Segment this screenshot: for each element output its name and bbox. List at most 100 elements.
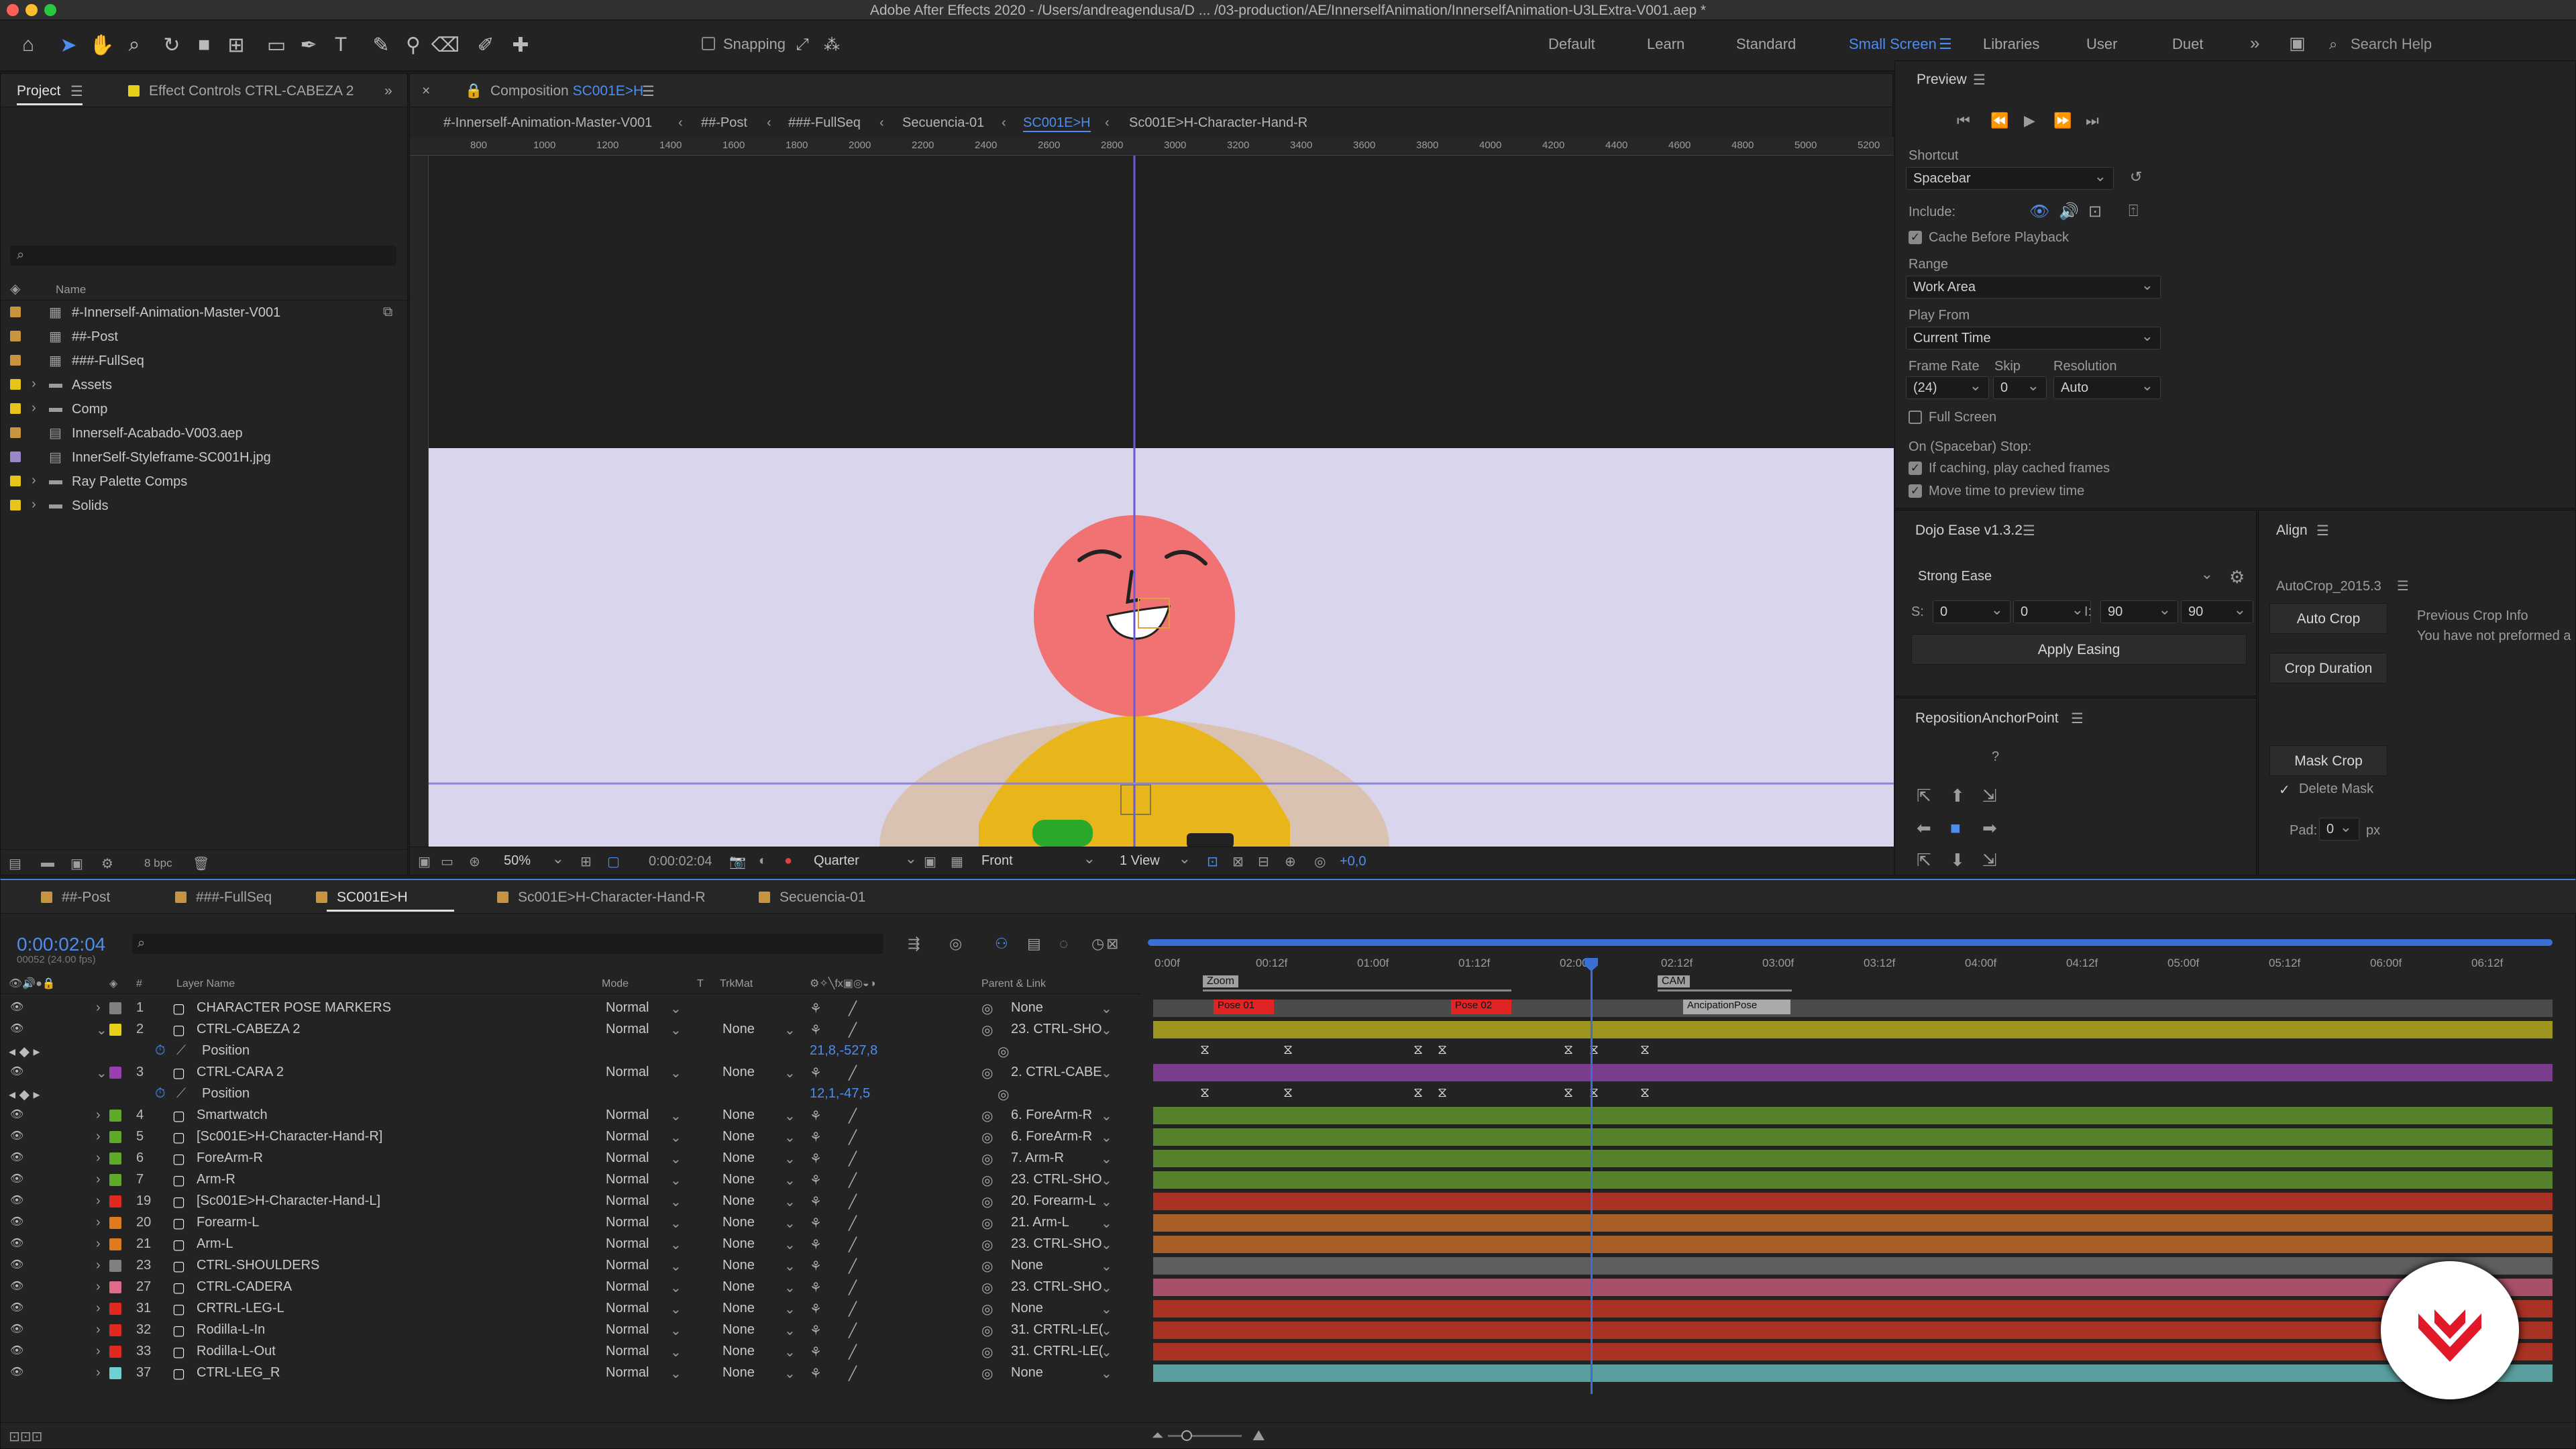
label-color-swatch[interactable] xyxy=(10,307,21,317)
layer-name[interactable]: CTRL-CABEZA 2 xyxy=(197,1022,300,1037)
timeline-icon[interactable]: ⊟ xyxy=(1258,853,1269,870)
pickwhip-icon[interactable]: ◎ xyxy=(981,1150,993,1167)
layer-name-column[interactable]: Layer Name xyxy=(176,978,235,990)
property-row[interactable]: ◂ ◆ ▸ ⏱ ⟋ Position 12,1,-47,5 ◎ ⧖ ⧖ ⧖ ⧖ ⧖ ⧖ ⧖ xyxy=(1,1083,2576,1104)
layer-duration-bar[interactable] xyxy=(1153,1214,2553,1232)
range-select[interactable]: Work Area xyxy=(1906,276,2161,299)
layer-label-swatch[interactable] xyxy=(109,1367,121,1379)
collapse-switch-icon[interactable]: ⚘ xyxy=(810,1215,822,1232)
graph-icon[interactable]: ⊠ xyxy=(1106,935,1118,953)
workspace-menu-icon[interactable]: ☰ xyxy=(1939,36,1952,53)
trkmat-dropdown-icon[interactable]: ⌄ xyxy=(784,1065,796,1081)
trkmat-select[interactable]: None xyxy=(722,1065,755,1080)
3d-view-select[interactable]: Front xyxy=(975,850,1102,871)
layer-name[interactable]: Smartwatch xyxy=(197,1108,268,1123)
zoom-in-icon[interactable]: ⛰ xyxy=(1252,1427,1265,1444)
layer-row[interactable]: 👁 › 31 ▢ CRTRL-LEG-L Normal ⌄ None ⌄ ⚘ ╱ ◎ None ⌄ xyxy=(1,1297,2576,1319)
monitor-icon[interactable]: ▭ xyxy=(441,853,453,870)
trkmat-dropdown-icon[interactable]: ⌄ xyxy=(784,1022,796,1038)
visibility-eye-icon[interactable]: 👁 xyxy=(10,1279,23,1293)
visibility-eye-icon[interactable]: 👁 xyxy=(10,1172,23,1185)
workspace-user[interactable]: User xyxy=(2086,36,2117,53)
pickwhip-icon[interactable]: ◎ xyxy=(981,1172,993,1189)
snap-feature-icon[interactable]: ⁂ xyxy=(818,32,845,58)
layer-label-swatch[interactable] xyxy=(109,1131,121,1143)
exposure-value[interactable]: +0,0 xyxy=(1340,854,1366,869)
tab-effect-controls[interactable]: Effect Controls CTRL-CABEZA 2 xyxy=(128,83,354,99)
anchor-bottom-icon[interactable]: ⬇ xyxy=(1950,850,1965,871)
motion-blur-switch-icon[interactable]: ╱ xyxy=(849,1172,857,1189)
crop-duration-button[interactable]: Crop Duration xyxy=(2269,653,2387,684)
label-color-swatch[interactable] xyxy=(10,331,21,341)
layer-label-swatch[interactable] xyxy=(109,1238,121,1250)
anchor-bottom-left-icon[interactable]: ⇱ xyxy=(1917,850,1931,871)
layer-duration-bar[interactable] xyxy=(1153,1000,2553,1017)
layer-name[interactable]: CTRL-CADERA xyxy=(197,1279,292,1295)
resolution-select[interactable]: Auto xyxy=(2053,376,2161,399)
av-switches-icon[interactable]: 👁🔊●🔒 xyxy=(9,977,56,990)
parent-select[interactable]: None xyxy=(1011,1258,1043,1273)
project-item[interactable]: › ▬ Solids xyxy=(1,495,409,518)
visibility-eye-icon[interactable]: 👁 xyxy=(10,1215,23,1228)
frame-rate-select[interactable]: (24) xyxy=(1906,376,1989,399)
expand-arrow-icon[interactable]: › xyxy=(32,497,36,513)
parent-dropdown-icon[interactable]: ⌄ xyxy=(1101,1279,1112,1296)
parent-dropdown-icon[interactable]: ⌄ xyxy=(1101,1365,1112,1382)
layer-label-swatch[interactable] xyxy=(109,1303,121,1315)
external-video-icon[interactable]: ⍐ xyxy=(2129,202,2138,221)
collapse-switch-icon[interactable]: ⚘ xyxy=(810,1258,822,1275)
flowchart-icon[interactable]: ⊕ xyxy=(1285,853,1296,870)
puppet-pin-tool-icon[interactable]: ✚ xyxy=(507,32,534,58)
motion-blur-switch-icon[interactable]: ╱ xyxy=(849,1150,857,1167)
trash-icon[interactable]: 🗑 xyxy=(193,855,209,872)
type-tool-icon[interactable]: T xyxy=(327,32,354,58)
layer-row[interactable]: 👁 › 4 ▢ Smartwatch Normal ⌄ None ⌄ ⚘ ╱ ◎ 6. ForeArm-… xyxy=(1,1104,2576,1126)
parent-select[interactable]: 31. CRTRL-LE( xyxy=(1011,1322,1103,1338)
label-color-swatch[interactable] xyxy=(10,500,21,511)
parent-dropdown-icon[interactable]: ⌄ xyxy=(1101,1108,1112,1124)
workspace-learn[interactable]: Learn xyxy=(1647,36,1684,53)
viewer-timecode[interactable]: 0:00:02:04 xyxy=(649,854,712,869)
stopwatch-icon[interactable]: ⏱ xyxy=(155,1086,166,1102)
trkmat-dropdown-icon[interactable]: ⌄ xyxy=(784,1301,796,1318)
parent-select[interactable]: 6. ForeArm-R xyxy=(1011,1108,1092,1123)
trkmat-dropdown-icon[interactable]: ⌄ xyxy=(784,1129,796,1146)
twirl-arrow-icon[interactable]: › xyxy=(96,1000,101,1016)
twirl-arrow-icon[interactable]: › xyxy=(96,1279,101,1295)
layer-name[interactable]: Forearm-L xyxy=(197,1215,259,1230)
anchor-top-icon[interactable]: ⬆ xyxy=(1950,786,1965,806)
collapse-switch-icon[interactable]: ⚘ xyxy=(810,1279,822,1296)
visibility-eye-icon[interactable]: 👁 xyxy=(10,1301,23,1314)
layer-label-swatch[interactable] xyxy=(109,1174,121,1186)
layer-row[interactable]: 👁 › 33 ▢ Rodilla-L-Out Normal ⌄ None ⌄ ⚘ ╱ ◎ 31. CRT… xyxy=(1,1340,2576,1362)
parent-select[interactable]: 21. Arm-L xyxy=(1011,1215,1069,1230)
mode-select[interactable]: Normal xyxy=(606,1322,649,1338)
mode-dropdown-icon[interactable]: ⌄ xyxy=(670,1150,682,1167)
toggle-switches-icon[interactable]: ⊡⊡⊡ xyxy=(9,1428,42,1445)
panel-overflow-icon[interactable]: » xyxy=(384,83,392,99)
twirl-arrow-icon[interactable]: › xyxy=(96,1365,101,1381)
layer-duration-bar[interactable] xyxy=(1153,1128,2553,1146)
label-color-swatch[interactable] xyxy=(10,476,21,486)
transparency-grid-icon[interactable]: ▦ xyxy=(951,853,963,870)
keyframe-icon[interactable]: ⧖ xyxy=(1200,1086,1210,1099)
collapse-switch-icon[interactable]: ⚘ xyxy=(810,1150,822,1167)
resolution-select[interactable]: Quarter xyxy=(807,850,924,871)
mode-select[interactable]: Normal xyxy=(606,1065,649,1080)
snapshot-icon[interactable]: 📷 xyxy=(729,853,746,870)
time-zoom-slider[interactable] xyxy=(1168,1430,1242,1441)
hand-tool-icon[interactable]: ✋ xyxy=(89,32,115,58)
lock-icon[interactable]: 🔒 xyxy=(465,83,482,99)
mode-select[interactable]: Normal xyxy=(606,1000,649,1016)
new-composition-icon[interactable]: ▣ xyxy=(70,855,83,872)
breadcrumb-post[interactable]: ##-Post xyxy=(701,115,747,131)
parent-select[interactable]: 20. Forearm-L xyxy=(1011,1193,1096,1209)
collapse-switch-icon[interactable]: ⚘ xyxy=(810,1172,822,1189)
autocrop-menu-icon[interactable]: ☰ xyxy=(2397,578,2409,594)
channel-icon[interactable]: ● xyxy=(784,853,792,869)
anchor-top-left-icon[interactable]: ⇱ xyxy=(1917,786,1931,806)
label-color-swatch[interactable] xyxy=(10,355,21,366)
project-item[interactable]: › ▬ Ray Palette Comps xyxy=(1,471,409,494)
parent-select[interactable]: 23. CTRL-SHO xyxy=(1011,1236,1102,1252)
mode-dropdown-icon[interactable]: ⌄ xyxy=(670,1215,682,1232)
